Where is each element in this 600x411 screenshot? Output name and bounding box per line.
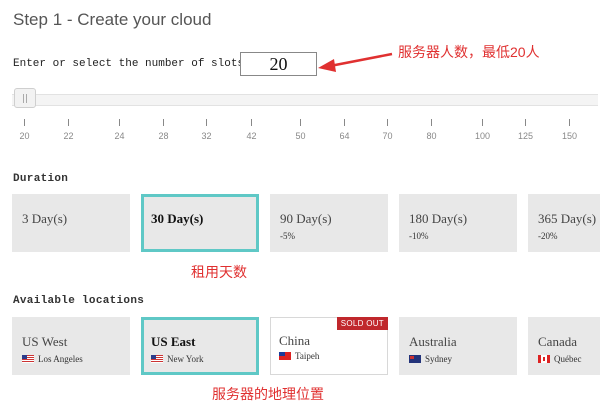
slider-tick	[163, 119, 164, 126]
duration-option-365-days[interactable]: 365 Day(s) -20%	[528, 194, 600, 252]
slider-tick	[206, 119, 207, 126]
duration-label: 3 Day(s)	[22, 211, 68, 226]
slider-tick-label: 80	[426, 131, 437, 141]
slider-tick	[68, 119, 69, 126]
slider-tick	[300, 119, 301, 126]
arrow-slots-icon	[318, 52, 393, 72]
slider-tick-label: 20	[19, 131, 30, 141]
location-name: US East	[151, 334, 196, 349]
slider-tick-label: 32	[201, 131, 212, 141]
duration-option-3-days[interactable]: 3 Day(s)	[12, 194, 130, 252]
slider-tick-label: 24	[114, 131, 125, 141]
slider-tick-label: 42	[246, 131, 257, 141]
slider-tick	[387, 119, 388, 126]
slider-tick	[569, 119, 570, 126]
slider-tick-label: 22	[63, 131, 74, 141]
flag-us-icon	[151, 355, 163, 363]
duration-discount: -5%	[280, 231, 295, 241]
location-city: Sydney	[425, 354, 452, 364]
location-option-china: China Taipeh SOLD OUT	[270, 317, 388, 375]
slider-tick-label: 50	[295, 131, 306, 141]
slider-tick-label: 28	[158, 131, 169, 141]
flag-us-icon	[22, 355, 34, 363]
duration-discount: -10%	[409, 231, 429, 241]
slider-tick	[431, 119, 432, 126]
duration-label: 365 Day(s)	[538, 211, 597, 226]
slots-slider-handle[interactable]	[14, 88, 36, 108]
slider-tick-label: 70	[382, 131, 393, 141]
slider-tick	[119, 119, 120, 126]
location-city: Québec	[554, 354, 582, 364]
slider-tick	[24, 119, 25, 126]
duration-heading: Duration	[13, 173, 69, 185]
duration-discount: -20%	[538, 231, 558, 241]
location-name: US West	[22, 334, 68, 349]
sold-out-badge: SOLD OUT	[336, 317, 388, 330]
duration-option-180-days[interactable]: 180 Day(s) -10%	[399, 194, 517, 252]
slider-tick	[525, 119, 526, 126]
annotation-duration: 租用天数	[191, 264, 247, 280]
slider-tick	[344, 119, 345, 126]
location-option-australia[interactable]: Australia Sydney	[399, 317, 517, 375]
location-name: Australia	[409, 334, 457, 349]
location-name: China	[279, 333, 311, 348]
flag-canada-icon	[538, 355, 550, 363]
location-option-canada[interactable]: Canada Québec	[528, 317, 600, 375]
slider-tick	[482, 119, 483, 126]
duration-option-90-days[interactable]: 90 Day(s) -5%	[270, 194, 388, 252]
location-city: Taipeh	[295, 351, 320, 361]
duration-label: 90 Day(s)	[280, 211, 332, 226]
location-city: New York	[167, 354, 204, 364]
duration-option-30-days[interactable]: 30 Day(s)	[141, 194, 259, 252]
location-city: Los Angeles	[38, 354, 83, 364]
location-name: Canada	[538, 334, 577, 349]
location-option-us-west[interactable]: US West Los Angeles	[12, 317, 130, 375]
slider-tick-label: 100	[474, 131, 491, 141]
slots-slider-track[interactable]	[12, 94, 598, 106]
slider-tick-label: 125	[517, 131, 534, 141]
locations-heading: Available locations	[13, 295, 145, 307]
slider-tick	[251, 119, 252, 126]
flag-australia-icon	[409, 355, 421, 363]
annotation-locations: 服务器的地理位置	[212, 386, 324, 402]
flag-taiwan-icon	[279, 352, 291, 360]
location-option-us-east[interactable]: US East New York	[141, 317, 259, 375]
slider-tick-label: 64	[339, 131, 350, 141]
slider-tick-label: 150	[561, 131, 578, 141]
duration-label: 30 Day(s)	[151, 211, 204, 226]
duration-label: 180 Day(s)	[409, 211, 468, 226]
